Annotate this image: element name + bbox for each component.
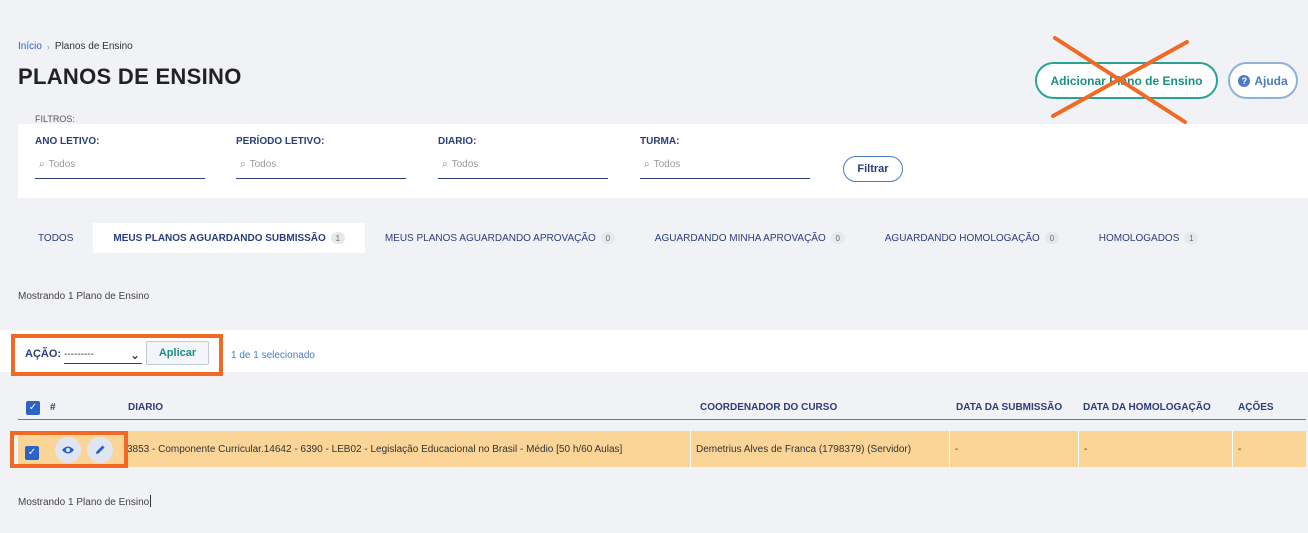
filter-turma: TURMA: ⌕ Todos	[640, 136, 810, 179]
tab-meus-planos-aguardando-submissao[interactable]: MEUS PLANOS AGUARDANDO SUBMISSÃO 1	[93, 223, 365, 253]
ano-letivo-placeholder: Todos	[48, 159, 76, 170]
periodo-letivo-placeholder: Todos	[249, 159, 277, 170]
tab-label: HOMOLOGADOS	[1098, 232, 1180, 244]
results-count-bottom: Mostrando 1 Plano de Ensino	[18, 495, 152, 508]
column-acoes: AÇÕES	[1238, 402, 1274, 413]
tab-aguardando-minha-aprovacao[interactable]: AGUARDANDO MINHA APROVAÇÃO 0	[635, 223, 865, 253]
question-circle-icon: ?	[1238, 74, 1251, 87]
tab-todos[interactable]: TODOS	[18, 223, 93, 253]
highlight-box-annotation	[11, 334, 223, 376]
tab-label: AGUARDANDO MINHA APROVAÇÃO	[654, 232, 826, 244]
page-title: PLANOS DE ENSINO	[18, 64, 242, 89]
search-icon: ⌕	[442, 159, 448, 170]
search-icon: ⌕	[240, 159, 246, 170]
tab-label: AGUARDANDO HOMOLOGAÇÃO	[884, 232, 1040, 244]
chevron-right-icon: ›	[46, 41, 50, 52]
filter-button[interactable]: Filtrar	[843, 156, 903, 182]
turma-search-input[interactable]: ⌕ Todos	[640, 159, 810, 179]
cell-data-submissao: -	[949, 431, 1078, 467]
column-data-submissao[interactable]: DATA DA SUBMISSÃO	[956, 402, 1062, 413]
ano-letivo-search-input[interactable]: ⌕ Todos	[35, 159, 205, 179]
check-icon: ✓	[26, 401, 40, 415]
cell-diario: 3853 - Componente Curricular.14642 - 639…	[127, 443, 623, 455]
tab-label: TODOS	[38, 232, 74, 244]
column-diario[interactable]: DIARIO	[128, 402, 163, 413]
count-badge: 1	[330, 232, 345, 244]
table-row: 3853 - Componente Curricular.14642 - 639…	[18, 431, 1306, 467]
cell-data-homologacao: -	[1078, 431, 1232, 467]
cell-coordenador: Demetrius Alves de Franca (1798379) (Ser…	[690, 431, 949, 467]
results-count: Mostrando 1 Plano de Ensino	[18, 291, 150, 302]
count-badge: 0	[830, 232, 845, 244]
select-all-checkbox[interactable]: ✓	[26, 401, 40, 415]
diario-placeholder: Todos	[451, 159, 479, 170]
tab-aguardando-homologacao[interactable]: AGUARDANDO HOMOLOGAÇÃO 0	[865, 223, 1079, 253]
help-button-label: Ajuda	[1254, 73, 1288, 88]
filter-diario-label: DIARIO:	[438, 136, 477, 147]
tab-homologados[interactable]: HOMOLOGADOS 1	[1079, 223, 1219, 253]
add-plan-button[interactable]: Adicionar Plano de Ensino	[1035, 62, 1218, 99]
highlight-box-annotation	[10, 431, 128, 468]
filter-periodo-letivo: PERÍODO LETIVO: ⌕ Todos	[236, 136, 406, 179]
table-header: ✓ # DIARIO COORDENADOR DO CURSO DATA DA …	[18, 396, 1306, 420]
search-icon: ⌕	[644, 159, 650, 170]
count-badge: 0	[1044, 232, 1059, 244]
selection-info: 1 de 1 selecionado	[231, 350, 315, 361]
column-coordenador[interactable]: COORDENADOR DO CURSO	[700, 402, 837, 413]
text-cursor	[150, 495, 152, 507]
breadcrumb-current: Planos de Ensino	[54, 41, 133, 52]
search-icon: ⌕	[39, 159, 45, 170]
count-badge: 0	[600, 232, 615, 244]
count-badge: 1	[1184, 232, 1199, 244]
tab-meus-planos-aguardando-aprovacao[interactable]: MEUS PLANOS AGUARDANDO APROVAÇÃO 0	[365, 223, 635, 253]
filter-periodo-letivo-label: PERÍODO LETIVO:	[236, 136, 325, 147]
tab-label: MEUS PLANOS AGUARDANDO APROVAÇÃO	[384, 232, 596, 244]
filters-label: FILTROS:	[35, 114, 75, 124]
results-count-bottom-text: Mostrando 1 Plano de Ensino	[18, 497, 150, 508]
filter-ano-letivo-label: ANO LETIVO:	[35, 136, 100, 147]
column-data-homologacao[interactable]: DATA DA HOMOLOGAÇÃO	[1083, 402, 1211, 413]
filters-panel: ANO LETIVO: ⌕ Todos PERÍODO LETIVO: ⌕ To…	[18, 124, 1308, 198]
breadcrumb: Início › Planos de Ensino	[18, 41, 133, 52]
tab-label: MEUS PLANOS AGUARDANDO SUBMISSÃO	[113, 232, 326, 244]
periodo-letivo-search-input[interactable]: ⌕ Todos	[236, 159, 406, 179]
breadcrumb-home-link[interactable]: Início	[18, 41, 42, 52]
column-number: #	[50, 402, 56, 413]
filter-turma-label: TURMA:	[640, 136, 680, 147]
diario-search-input[interactable]: ⌕ Todos	[438, 159, 608, 179]
status-tabs: TODOS MEUS PLANOS AGUARDANDO SUBMISSÃO 1…	[18, 223, 1218, 253]
cell-acoes: -	[1232, 431, 1306, 467]
turma-placeholder: Todos	[653, 159, 681, 170]
filter-ano-letivo: ANO LETIVO: ⌕ Todos	[35, 136, 205, 179]
help-button[interactable]: ? Ajuda	[1228, 62, 1298, 99]
filter-diario: DIARIO: ⌕ Todos	[438, 136, 608, 179]
